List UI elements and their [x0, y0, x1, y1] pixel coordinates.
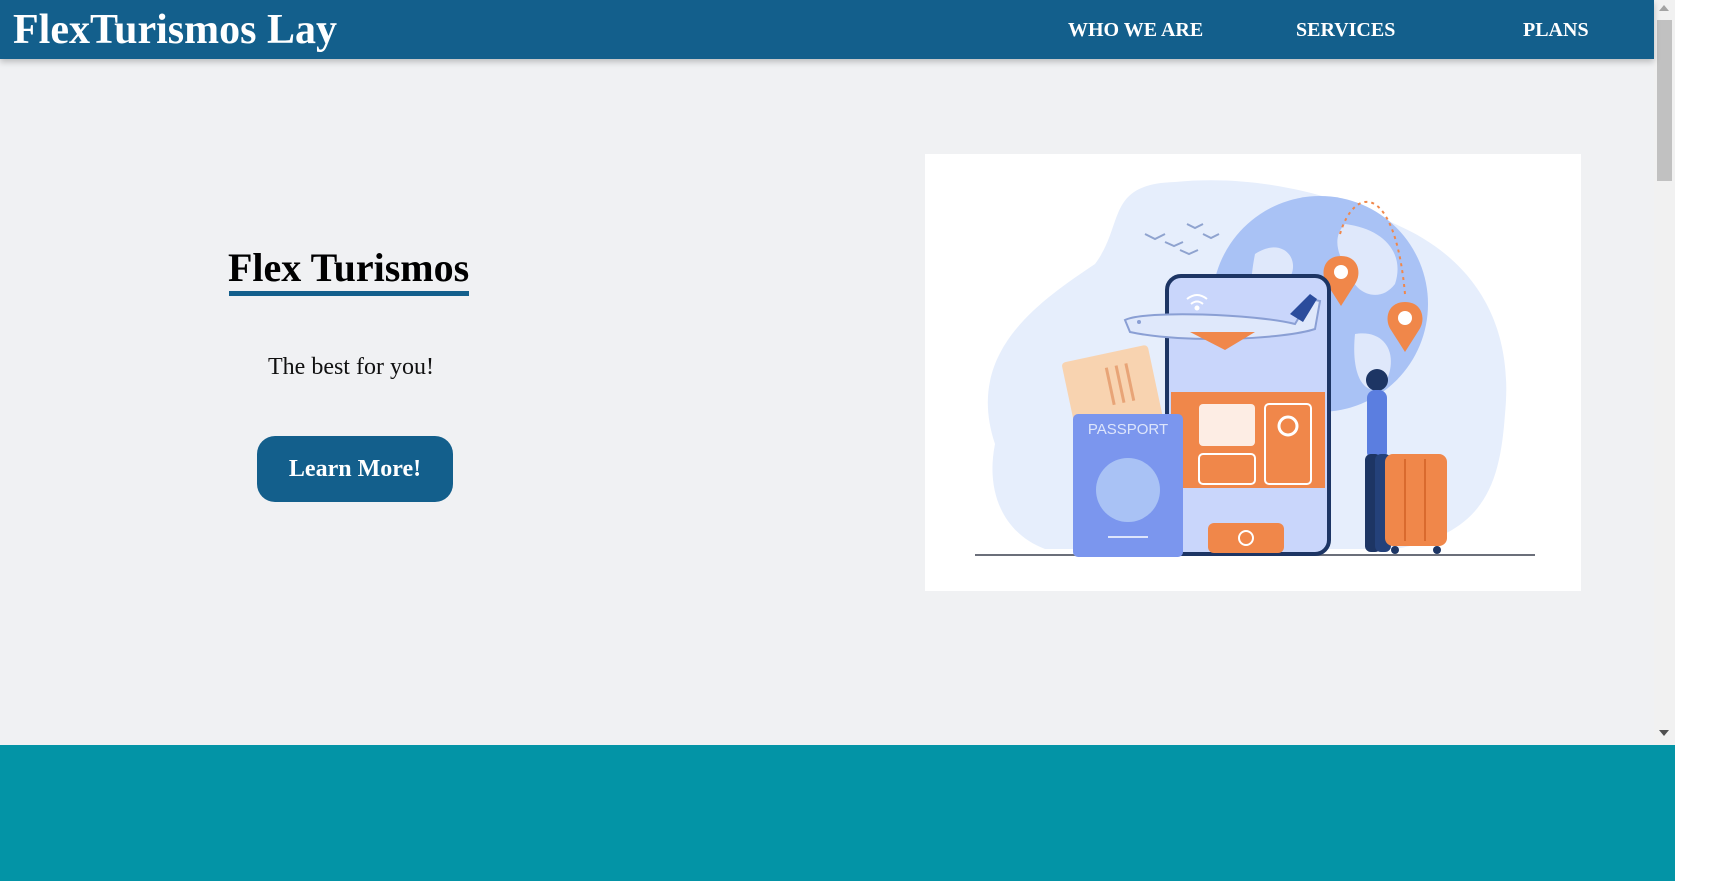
hero-title: Flex Turismos — [228, 245, 470, 290]
nav-link-services[interactable]: SERVICES — [1296, 18, 1395, 42]
passport-shape: PASSPORT — [1073, 414, 1183, 557]
nav-link-plans[interactable]: PLANS — [1523, 18, 1589, 42]
hero-subtitle: The best for you! — [268, 354, 434, 380]
hero-title-underline — [229, 291, 469, 296]
check-icon — [1208, 523, 1284, 553]
brand-logo[interactable]: FlexTurismos Lay — [13, 6, 337, 54]
nav-link-who-we-are[interactable]: WHO WE ARE — [1068, 18, 1203, 42]
footer-band — [0, 745, 1675, 881]
page: FlexTurismos Lay WHO WE ARE SERVICES PLA… — [0, 0, 1675, 881]
scroll-down-arrow-icon[interactable] — [1659, 730, 1669, 736]
scroll-up-arrow-icon[interactable] — [1659, 5, 1669, 11]
passport-label: PASSPORT — [1088, 421, 1168, 438]
scrollbar-thumb[interactable] — [1657, 20, 1672, 181]
globe-icon — [1096, 458, 1160, 522]
learn-more-button[interactable]: Learn More! — [257, 436, 453, 502]
vertical-scrollbar[interactable] — [1654, 0, 1675, 745]
suitcase-icon — [1385, 454, 1447, 554]
navbar: FlexTurismos Lay WHO WE ARE SERVICES PLA… — [0, 0, 1654, 59]
travel-illustration: PASSPORT — [925, 154, 1581, 591]
